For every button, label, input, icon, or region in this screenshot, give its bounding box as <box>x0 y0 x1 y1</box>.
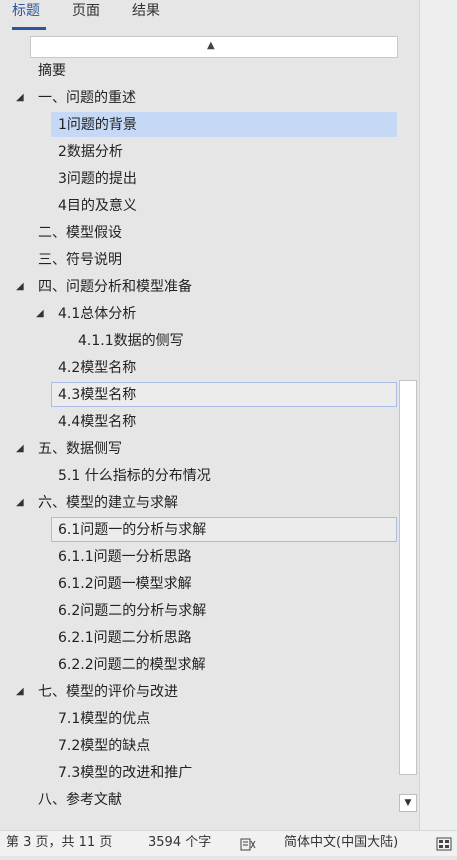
tree-item-7-2[interactable]: 7.2模型的缺点 <box>0 733 399 759</box>
tree-item-label: 4.4模型名称 <box>58 414 137 430</box>
search-input[interactable]: ▲ <box>30 36 398 58</box>
tree-item-label: 6.2.2问题二的模型求解 <box>58 657 206 673</box>
tree-item-label: 6.1.2问题一模型求解 <box>58 576 192 592</box>
tree-item-section-5[interactable]: ◢ 五、数据侧写 <box>0 436 399 462</box>
tree-item-4-4[interactable]: 4.4模型名称 <box>0 409 399 435</box>
tree-item-label: 6.2.1问题二分析思路 <box>58 630 192 646</box>
tree-item-section-4[interactable]: ◢ 四、问题分析和模型准备 <box>0 274 399 300</box>
tree-item-4-1[interactable]: ◢ 4.1总体分析 <box>0 301 399 327</box>
tree-item-6-2-1[interactable]: 6.2.1问题二分析思路 <box>0 625 399 651</box>
collapse-triangle-icon[interactable]: ◢ <box>16 490 24 516</box>
tree-item-1-2[interactable]: 2数据分析 <box>0 139 399 165</box>
tree-item-label: 7.1模型的优点 <box>58 711 151 727</box>
tree-item-section-7[interactable]: ◢ 七、模型的评价与改进 <box>0 679 399 705</box>
tree-item-4-1-1[interactable]: 4.1.1数据的侧写 <box>0 328 399 354</box>
vertical-scrollbar[interactable] <box>399 380 417 775</box>
tree-item-1-4[interactable]: 4目的及意义 <box>0 193 399 219</box>
proofing-icon[interactable] <box>240 836 256 851</box>
collapse-triangle-icon[interactable]: ◢ <box>36 301 44 327</box>
tree-item-1-3[interactable]: 3问题的提出 <box>0 166 399 192</box>
tree-item-section-2[interactable]: 二、模型假设 <box>0 220 399 246</box>
tree-item-section-8[interactable]: 八、参考文献 <box>0 787 399 813</box>
active-tab-indicator <box>12 27 46 30</box>
tree-item-label: 二、模型假设 <box>38 225 122 241</box>
tree-item-label: 7.2模型的缺点 <box>58 738 151 754</box>
document-canvas-edge <box>419 0 457 830</box>
arrow-down-icon: ▼ <box>404 798 412 808</box>
tree-item-7-1[interactable]: 7.1模型的优点 <box>0 706 399 732</box>
collapse-triangle-icon[interactable]: ◢ <box>16 436 24 462</box>
tree-item-6-2-2[interactable]: 6.2.2问题二的模型求解 <box>0 652 399 678</box>
tree-item-label: 七、模型的评价与改进 <box>38 684 178 700</box>
page-count[interactable]: 第 3 页，共 11 页 <box>6 831 112 855</box>
tree-item-4-2[interactable]: 4.2模型名称 <box>0 355 399 381</box>
layout-view-icon-graphic <box>436 837 452 851</box>
tree-item-section-3[interactable]: 三、符号说明 <box>0 247 399 273</box>
layout-view-icon[interactable] <box>436 836 452 851</box>
tree-item-label: 2数据分析 <box>58 144 123 160</box>
tree-item-6-2[interactable]: 6.2问题二的分析与求解 <box>0 598 399 624</box>
tree-item-label: 六、模型的建立与求解 <box>38 495 178 511</box>
word-count[interactable]: 3594 个字 <box>148 831 211 855</box>
tree-item-1-1[interactable]: 1问题的背景 <box>0 112 399 138</box>
tree-item-label: 4目的及意义 <box>58 198 137 214</box>
tree-item-label: 4.1总体分析 <box>58 306 137 322</box>
tree-item-label: 5.1 什么指标的分布情况 <box>58 468 211 484</box>
tab-results[interactable]: 结果 <box>132 2 160 20</box>
tree-item-label: 6.1问题一的分析与求解 <box>58 522 207 538</box>
tree-item-label: 五、数据侧写 <box>38 441 122 457</box>
scroll-up-icon[interactable]: ▲ <box>207 40 215 52</box>
tree-item-7-3[interactable]: 7.3模型的改进和推广 <box>0 760 399 786</box>
collapse-triangle-icon[interactable]: ◢ <box>16 274 24 300</box>
tree-item-label: 4.3模型名称 <box>58 387 137 403</box>
tree-item-label: 八、参考文献 <box>38 792 122 808</box>
tree-item-label: 一、问题的重述 <box>38 90 136 106</box>
tree-item-label: 4.1.1数据的侧写 <box>78 333 184 349</box>
tree-item-section-1[interactable]: ◢ 一、问题的重述 <box>0 85 399 111</box>
tab-pages[interactable]: 页面 <box>72 2 100 20</box>
collapse-triangle-icon[interactable]: ◢ <box>16 85 24 111</box>
tree-item-section-6[interactable]: ◢ 六、模型的建立与求解 <box>0 490 399 516</box>
proofing-icon-graphic <box>240 838 256 851</box>
tree-item-6-1-1[interactable]: 6.1.1问题一分析思路 <box>0 544 399 570</box>
tree-item-6-1[interactable]: 6.1问题一的分析与求解 <box>0 517 399 543</box>
nav-tabs: 标题 页面 结果 <box>0 0 419 34</box>
status-bar: 第 3 页，共 11 页 3594 个字 简体中文(中国大陆) <box>0 830 457 856</box>
tree-item-label: 摘要 <box>38 63 66 79</box>
tree-item-label: 3问题的提出 <box>58 171 137 187</box>
scroll-down-button[interactable]: ▼ <box>399 794 417 812</box>
tab-headings[interactable]: 标题 <box>12 2 40 20</box>
tree-item-label: 6.2问题二的分析与求解 <box>58 603 207 619</box>
tree-item-label: 四、问题分析和模型准备 <box>38 279 192 295</box>
tree-item-abstract[interactable]: 摘要 <box>0 58 399 84</box>
tree-item-label: 7.3模型的改进和推广 <box>58 765 193 781</box>
tree-item-label: 1问题的背景 <box>58 117 137 133</box>
tree-item-label: 6.1.1问题一分析思路 <box>58 549 192 565</box>
navigation-pane: 标题 页面 结果 ▲ 摘要 ◢ 一、问题的重述 1问题的背景 2数据分析 3问题… <box>0 0 419 830</box>
tree-item-4-3[interactable]: 4.3模型名称 <box>0 382 399 408</box>
collapse-triangle-icon[interactable]: ◢ <box>16 679 24 705</box>
tree-item-label: 4.2模型名称 <box>58 360 137 376</box>
tree-item-label: 三、符号说明 <box>38 252 122 268</box>
tree-item-6-1-2[interactable]: 6.1.2问题一模型求解 <box>0 571 399 597</box>
language-indicator[interactable]: 简体中文(中国大陆) <box>284 831 398 855</box>
tree-item-5-1[interactable]: 5.1 什么指标的分布情况 <box>0 463 399 489</box>
